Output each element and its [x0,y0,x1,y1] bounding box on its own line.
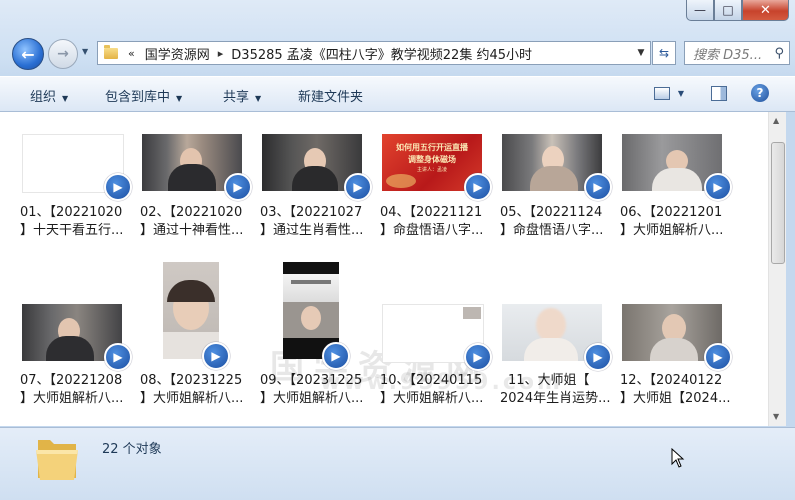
explorer-window: — □ ✕ ← → ▼ « 国学资源网 ▸ D35285 孟凌《四柱八字》教学视… [0,0,795,500]
recent-pages-dropdown[interactable]: ▼ [82,47,88,56]
banner-presenter: 主讲人：孟凌 [416,167,447,173]
banner-title: 如何用五行开运直播 [396,143,468,152]
file-name-line1: 08、【20231225 [140,373,243,388]
arrow-left-icon: ← [21,44,35,64]
file-name-line1: 12、【20240122 [620,373,723,388]
media-player-icon: ▶ [464,343,492,371]
media-player-icon: ▶ [322,342,350,370]
media-player-icon: ▶ [344,173,372,201]
file-name-line1: 05、【20221124 [500,205,603,220]
file-item[interactable]: ▶ 02、【20221020 】通过十神看性... [140,134,258,244]
address-dropdown-icon[interactable]: ▼ [632,48,650,58]
file-name-line2: 】大师姐【2024... [620,391,731,406]
help-icon: ? [756,86,764,100]
scroll-up-icon[interactable]: ▲ [773,116,779,125]
chevron-down-icon: ▼ [677,88,685,98]
file-name-line1: 02、【20221020 [140,205,243,220]
organize-menu[interactable]: 组织 ▼ [30,86,68,105]
file-name-line2: 】命盘悟语八字... [500,223,604,238]
command-bar: 组织 ▼ 包含到库中 ▼ 共享 ▼ 新建文件夹 ▼ ? [0,76,795,112]
file-name-line2: 】通过十神看性... [140,223,244,238]
media-player-icon: ▶ [202,342,230,370]
include-in-library-menu[interactable]: 包含到库中 ▼ [105,86,182,105]
file-name-line2: 】大师姐解析八... [620,223,724,238]
refresh-icon: ⇆ [658,46,670,60]
file-item[interactable]: ▶ 01、【20221020 】十天干看五行... [20,134,138,244]
share-menu[interactable]: 共享 ▼ [223,86,261,105]
media-player-icon: ▶ [584,343,612,371]
file-item[interactable]: ▶ 07、【20221208 】大师姐解析八... [20,262,138,412]
view-icon [653,86,670,100]
media-player-icon: ▶ [224,173,252,201]
media-player-icon: ▶ [704,343,732,371]
file-item[interactable]: ▶ 06、【20221201 】大师姐解析八... [620,134,738,244]
file-name-line1: 06、【20221201 [620,205,723,220]
file-name-line1: 07、【20221208 [20,373,123,388]
close-button[interactable]: ✕ [742,0,789,21]
file-name-line2: 2024年生肖运势... [500,391,611,406]
help-button[interactable]: ? [751,84,769,102]
media-player-icon: ▶ [704,173,732,201]
file-name-line2: 】十天干看五行... [20,223,124,238]
back-button[interactable]: ← [12,38,44,70]
maximize-button[interactable]: □ [714,0,742,21]
file-item[interactable]: ▶ 08、【20231225 】大师姐解析八... [140,262,258,412]
chevron-down-icon: ▼ [62,94,69,103]
file-name-line2: 】大师姐解析八... [140,391,244,406]
refresh-button[interactable]: ⇆ [652,41,676,65]
scroll-down-icon[interactable]: ▼ [773,412,779,421]
preview-pane-icon [711,85,727,101]
minimize-button[interactable]: — [686,0,714,21]
file-name-line2: 】大师姐解析八... [260,391,364,406]
preview-pane-button[interactable] [710,84,728,102]
file-name-line1: 04、【20221121 [380,205,483,220]
file-name-line2: 】大师姐解析八... [380,391,484,406]
breadcrumb-root[interactable]: 国学资源网 [145,44,210,63]
view-options-button[interactable]: ▼ [651,84,687,102]
media-player-icon: ▶ [104,343,132,371]
file-name-line2: 】大师姐解析八... [20,391,124,406]
item-count: 22 个对象 [102,442,162,457]
file-name-line2: 】命盘悟语八字... [380,223,484,238]
file-name-line1: 01、【20221020 [20,205,123,220]
banner-subtitle: 调整身体磁场 [408,155,456,164]
chevron-down-icon: ▼ [176,94,183,103]
forward-button[interactable]: → [48,39,78,69]
address-bar[interactable]: « 国学资源网 ▸ D35285 孟凌《四柱八字》教学视频22集 约45小时 ▼ [97,41,651,65]
file-name-line1: 10、【20240115 [380,373,483,388]
folder-icon [104,44,118,59]
file-item[interactable]: ▶ 12、【20240122 】大师姐【2024... [620,262,738,412]
file-item[interactable]: ▶ 05、【20221124 】命盘悟语八字... [500,134,618,244]
new-folder-button[interactable]: 新建文件夹 [298,86,363,105]
chevron-down-icon: ▼ [255,94,262,103]
file-name-line1: 03、【20221027 [260,205,363,220]
file-item[interactable]: ▶ 03、【20221027 】通过生肖看性... [260,134,378,244]
media-player-icon: ▶ [104,173,132,201]
file-list-view[interactable]: 国学资源网 www.95959.com ▶ 01、【20221020 】十天干看… [0,112,768,426]
file-item[interactable]: 如何用五行开运直播 调整身体磁场 主讲人：孟凌 ▶ 04、【20221121 】… [380,134,498,244]
file-item[interactable]: ▶ 10、【20240115 】大师姐解析八... [380,262,498,412]
file-item[interactable]: ▶ 11、大师姐【 2024年生肖运势... [500,262,618,412]
file-item[interactable]: ▶ 09、【20231225 】大师姐解析八... [260,262,378,412]
overflow-chevron-icon[interactable]: « [128,47,135,60]
search-placeholder: 搜索 D35... [693,47,763,63]
caption-buttons: — □ ✕ [686,0,789,21]
mouse-cursor-icon [671,447,685,473]
scrollbar-thumb[interactable] [771,142,785,264]
folder-icon [36,440,78,480]
breadcrumb-current[interactable]: D35285 孟凌《四柱八字》教学视频22集 约45小时 [231,44,532,63]
vertical-scrollbar[interactable]: ▲ ▼ [768,112,786,426]
search-input[interactable]: 搜索 D35... ⚲ [684,41,790,65]
file-name-line1: 09、【20231225 [260,373,363,388]
file-name-line2: 】通过生肖看性... [260,223,364,238]
file-name-line1: 11、大师姐【 [508,373,590,388]
arrow-right-icon: → [57,46,69,62]
media-player-icon: ▶ [584,173,612,201]
media-player-icon: ▶ [464,173,492,201]
search-icon: ⚲ [774,45,784,61]
breadcrumb-separator-icon[interactable]: ▸ [218,47,224,60]
